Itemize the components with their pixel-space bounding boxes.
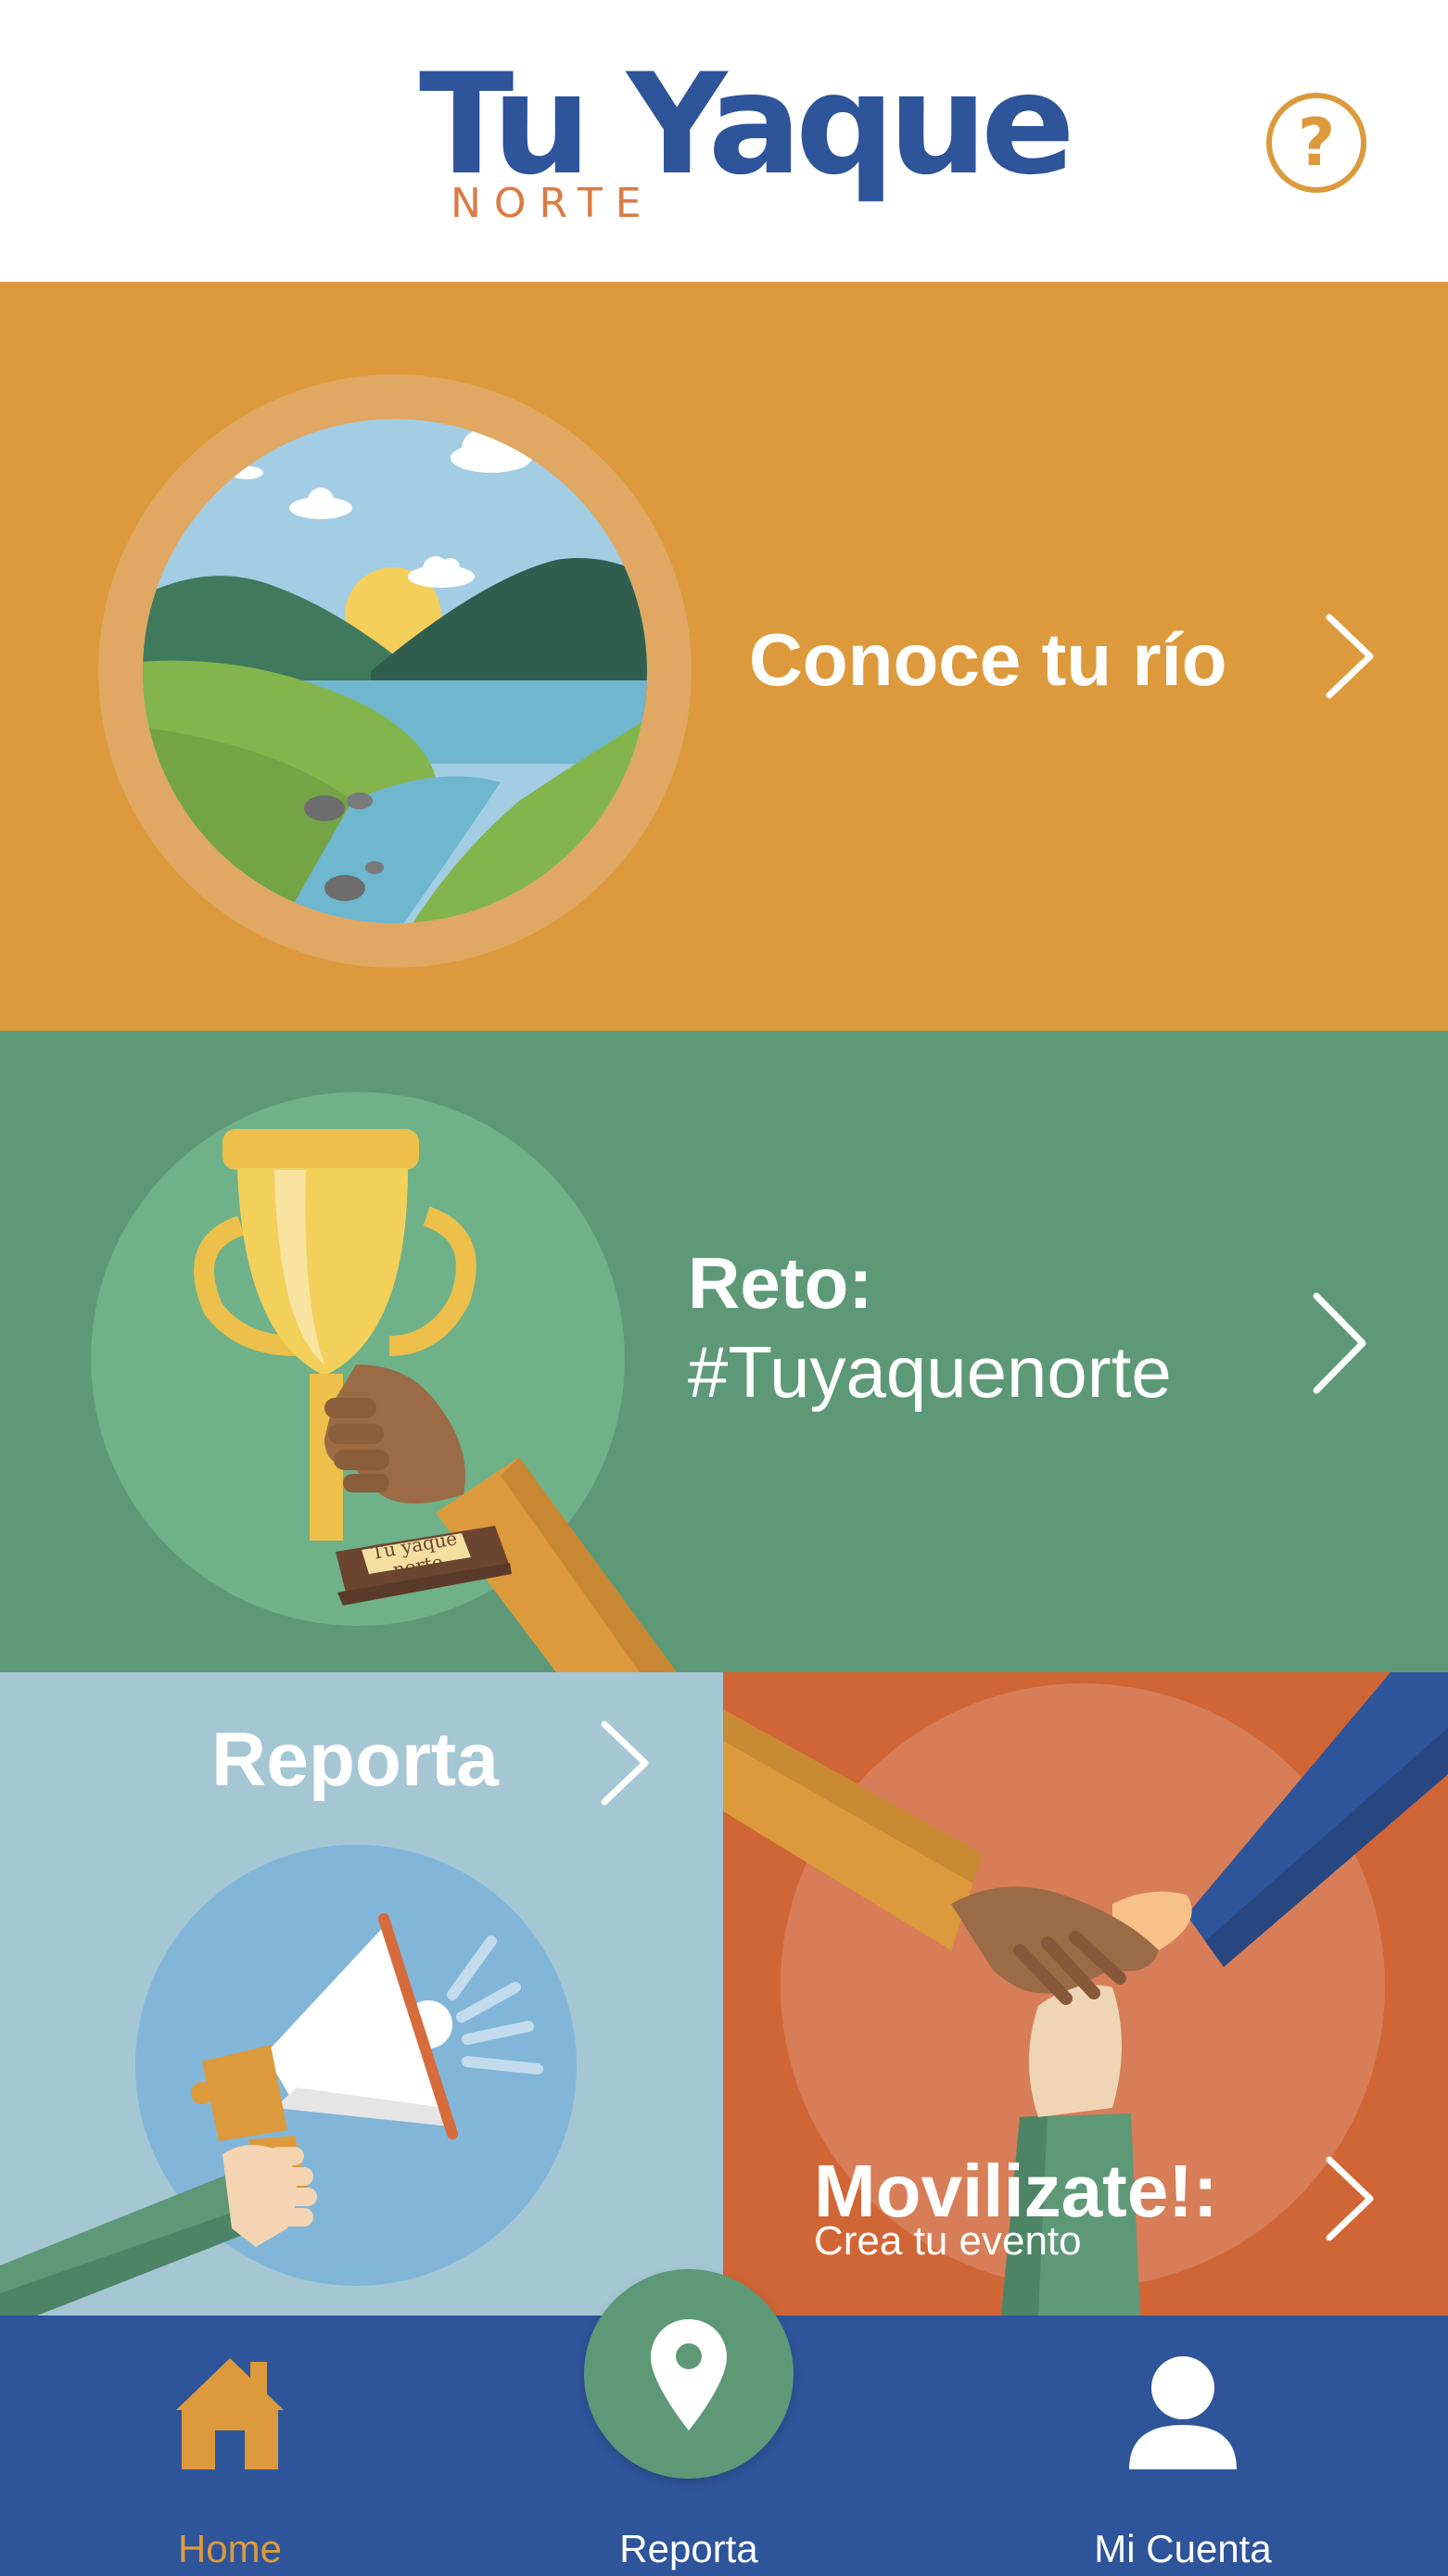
card-movilizate[interactable]: Movilizate!: Crea tu evento — [723, 1672, 1448, 2316]
report-location-button[interactable] — [584, 2269, 794, 2479]
nav-label: Reporta — [619, 2527, 758, 2570]
chevron-right-icon[interactable] — [595, 1719, 654, 1808]
nav-item-home[interactable]: Home — [137, 2354, 323, 2570]
help-button[interactable]: ? — [1266, 93, 1366, 193]
card-title: Conoce tu río — [749, 618, 1227, 701]
river-landscape-illustration — [98, 374, 692, 968]
app-logo: Tu Yaque NORTE — [419, 56, 1075, 241]
card-reporta[interactable]: Reporta — [0, 1672, 723, 2316]
logo-subtitle: NORTE — [451, 180, 654, 227]
map-pin-icon — [651, 2319, 727, 2430]
card-conoce-tu-rio[interactable]: Conoce tu río — [0, 282, 1448, 1031]
help-icon: ? — [1297, 105, 1336, 181]
home-icon — [176, 2358, 284, 2469]
chevron-right-icon[interactable] — [1320, 612, 1379, 701]
logo-title: Tu Yaque — [419, 44, 1075, 206]
card-title: Reto: — [688, 1242, 873, 1324]
nav-item-mi-cuenta[interactable]: Mi Cuenta — [1072, 2354, 1294, 2570]
chevron-right-icon[interactable] — [1320, 2154, 1379, 2243]
nav-label: Mi Cuenta — [1094, 2527, 1272, 2570]
card-subtitle: Crea tu evento — [814, 2218, 1082, 2264]
user-icon — [1129, 2356, 1237, 2469]
chevron-right-icon[interactable] — [1307, 1290, 1372, 1396]
app-header: Tu Yaque NORTE ? — [0, 0, 1448, 282]
card-subtitle: #Tuyaquenorte — [688, 1331, 1172, 1413]
card-reto[interactable]: Tu yaque norte Reto: #Tuyaquenorte — [0, 1031, 1448, 1672]
card-title: Reporta — [211, 1718, 499, 1802]
nav-label: Home — [177, 2527, 283, 2570]
